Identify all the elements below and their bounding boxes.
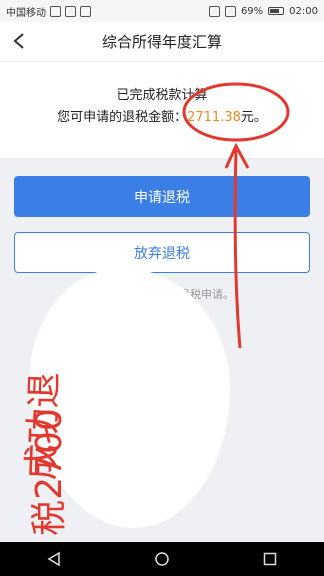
arrow-line xyxy=(233,149,242,349)
amount-circle xyxy=(182,82,290,142)
recents-nav-button[interactable] xyxy=(255,544,285,574)
home-nav-button[interactable] xyxy=(147,544,177,574)
square-recents-icon xyxy=(263,552,277,566)
circle-home-icon xyxy=(155,552,169,566)
back-nav-button[interactable] xyxy=(39,544,69,574)
android-nav-bar xyxy=(0,542,324,576)
red-annotation-overlay xyxy=(182,82,290,349)
triangle-back-icon xyxy=(47,551,60,567)
